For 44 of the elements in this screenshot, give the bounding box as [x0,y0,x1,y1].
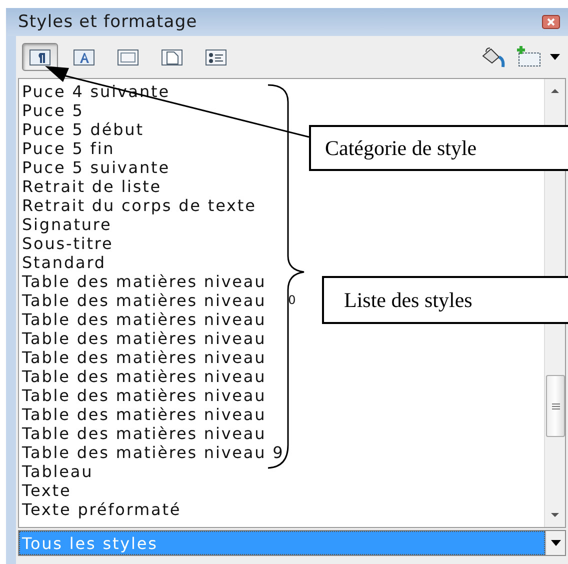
style-list-item[interactable]: Tableau [22,462,94,481]
callout-label: Liste des styles [322,276,568,324]
caret-icon [550,54,560,60]
dropdown-button[interactable] [550,54,560,60]
style-list-item[interactable]: Table des matières niveau [22,329,266,348]
style-list-item[interactable]: Table des matières niveau [22,348,266,367]
style-list-item[interactable]: Table des matières niveau [22,291,266,310]
callout-label: Catégorie de style [309,125,568,171]
scroll-thumb[interactable] [546,375,565,437]
style-list-item[interactable]: Table des matières niveau [22,367,266,386]
fill-format-button[interactable] [480,46,506,68]
style-list-item[interactable]: Texte préformaté [22,500,182,519]
style-list-item[interactable]: Table des matières niveau [22,310,266,329]
style-list-item[interactable]: Puce 5 [22,101,84,120]
caret-icon [550,540,560,546]
style-list-item[interactable]: Sous-titre [22,234,114,253]
style-category-button[interactable] [22,43,58,71]
style-list-item[interactable]: Table des matières niveau [22,272,266,291]
style-list-item[interactable]: Table des matières niveau [22,386,266,405]
new-style-icon [514,46,542,68]
style-list-item[interactable]: Signature [22,215,112,234]
close-icon[interactable] [542,15,560,29]
style-list-item[interactable]: Table des matières niveau [22,424,266,443]
list-icon [205,48,227,66]
style-list-item[interactable]: Texte [22,481,72,500]
paint-bucket-icon [480,46,506,68]
style-list-item[interactable]: Table des matières niveau 9 [22,443,284,462]
frame-icon [117,48,139,66]
dropdown-button[interactable] [545,531,565,555]
style-list-item[interactable]: Puce 5 suivante [22,158,170,177]
page-icon [161,48,183,66]
pilcrow-icon [29,48,51,66]
window-title: Styles et formatage [18,12,198,32]
style-list-item[interactable]: Puce 5 fin [22,139,115,158]
style-list-text: 0 [288,292,296,309]
scroll-up-icon[interactable] [550,87,560,95]
new-style-button[interactable] [514,46,542,68]
letter-icon [73,48,95,66]
style-list-item[interactable]: Standard [22,253,106,272]
style-list-item[interactable]: Table des matières niveau [22,405,266,424]
style-list-item[interactable]: Retrait de liste [22,177,162,196]
style-list-item[interactable]: Retrait du corps de texte [22,196,256,215]
style-list-item[interactable]: Puce 5 début [22,120,144,139]
scroll-down-icon[interactable] [550,511,560,519]
